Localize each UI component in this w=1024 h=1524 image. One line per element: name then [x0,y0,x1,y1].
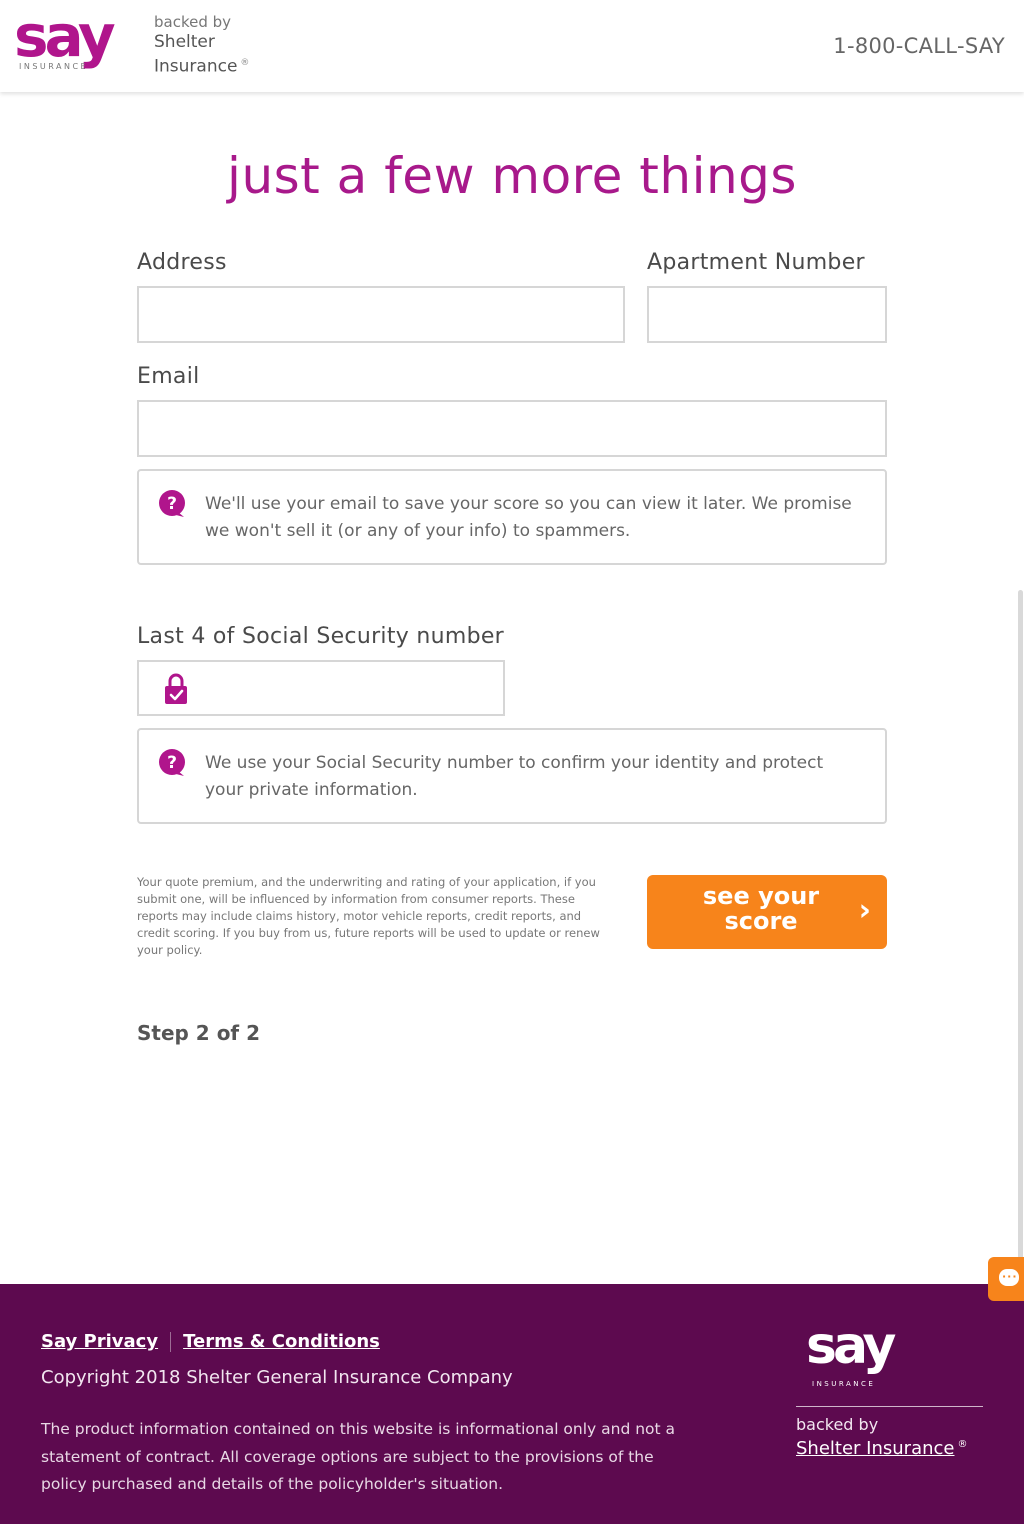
shelter-insurance-link[interactable]: Shelter Insurance [796,1438,954,1459]
ssn-input[interactable] [203,662,493,714]
scrollbar-thumb[interactable] [1018,590,1023,1310]
chat-button[interactable]: ··· [988,1257,1024,1301]
logo-wordmark: say [14,2,116,70]
step-indicator: Step 2 of 2 [137,1021,261,1045]
footer-links: Say Privacy Terms & Conditions [41,1331,380,1352]
email-label: Email [137,364,200,389]
partner-line-2: Insurance ® [154,56,250,77]
ssn-help-box: ? We use your Social Security number to … [137,728,887,824]
see-your-score-button[interactable]: see your score › [647,875,887,949]
site-header: say INSURANCE backed by Shelter Insuranc… [0,0,1024,92]
email-field-wrap [137,400,887,457]
consumer-report-disclaimer: Your quote premium, and the underwriting… [137,875,600,957]
backed-by-block: backed by Shelter Insurance ® [154,12,249,78]
svg-text:?: ? [167,753,177,773]
ssn-help-text: We use your Social Security number to co… [205,753,824,800]
link-divider [170,1332,172,1352]
copyright-text: Copyright 2018 Shelter General Insurance… [41,1367,513,1388]
email-help-box: ? We'll use your email to save your scor… [137,469,887,565]
ssn-label: Last 4 of Social Security number [137,624,505,649]
cta-label: see your score [702,882,820,935]
footer-partner: Shelter Insurance ® [796,1438,968,1459]
ssn-field-wrap [137,660,505,716]
footer-say-logo[interactable]: say INSURANCE [806,1316,926,1388]
email-input[interactable] [139,402,885,455]
footer-backed-by: backed by [796,1415,879,1434]
lock-check-icon [165,673,187,704]
apartment-input[interactable] [649,288,885,341]
address-label: Address [137,250,227,275]
address-input[interactable] [139,288,623,341]
phone-number[interactable]: 1-800-CALL-SAY [833,34,1005,58]
address-field-wrap [137,286,625,343]
page-title: just a few more things [227,147,797,205]
chevron-right-icon: › [858,893,871,928]
privacy-link[interactable]: Say Privacy [41,1331,158,1352]
email-help-text: We'll use your email to save your score … [205,494,852,541]
footer-logo-wordmark: say [806,1316,896,1376]
svg-text:?: ? [167,494,177,514]
partner-line-1: Shelter [154,32,215,52]
apartment-field-wrap [647,286,887,343]
help-question-icon: ? [159,490,185,517]
backed-by-text: backed by [154,13,232,31]
logo-subtitle: INSURANCE [19,62,89,71]
chat-icon: ··· [999,1269,1019,1286]
apartment-label: Apartment Number [647,250,865,275]
say-logo[interactable]: say INSURANCE [14,2,144,78]
footer-divider [796,1406,983,1407]
help-question-icon: ? [159,749,185,776]
terms-link[interactable]: Terms & Conditions [183,1331,380,1352]
site-footer: Say Privacy Terms & Conditions Copyright … [0,1284,1024,1524]
footer-logo-subtitle: INSURANCE [812,1380,876,1388]
footer-disclaimer: The product information contained on thi… [41,1420,676,1493]
